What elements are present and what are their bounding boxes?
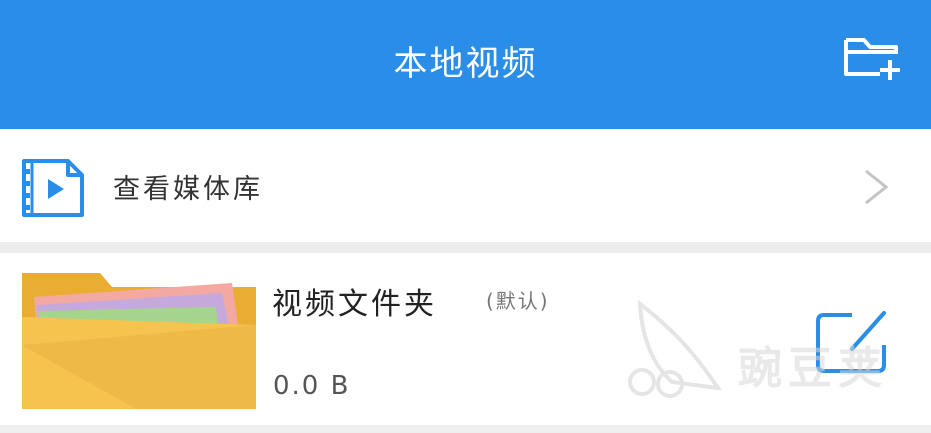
top-bar: 本地视频 bbox=[0, 0, 931, 129]
folder-plus-icon[interactable] bbox=[836, 30, 908, 90]
folder-name: 视频文件夹 bbox=[272, 287, 437, 322]
video-file-icon bbox=[22, 159, 84, 217]
media-library-label: 查看媒体库 bbox=[113, 174, 263, 205]
watermark: 豌豆荚 bbox=[620, 296, 910, 400]
bottom-divider bbox=[0, 425, 931, 433]
page-title: 本地视频 bbox=[393, 44, 538, 84]
watermark-text: 豌豆荚 bbox=[738, 343, 888, 394]
folder-icon bbox=[22, 273, 256, 409]
watermark-logo bbox=[628, 299, 723, 398]
folder-size: 0.0 B bbox=[273, 371, 351, 401]
media-library-row[interactable]: 查看媒体库 bbox=[0, 129, 931, 242]
section-divider bbox=[0, 242, 931, 253]
default-badge: (默认) bbox=[486, 289, 550, 313]
chevron-right-icon bbox=[865, 169, 889, 205]
